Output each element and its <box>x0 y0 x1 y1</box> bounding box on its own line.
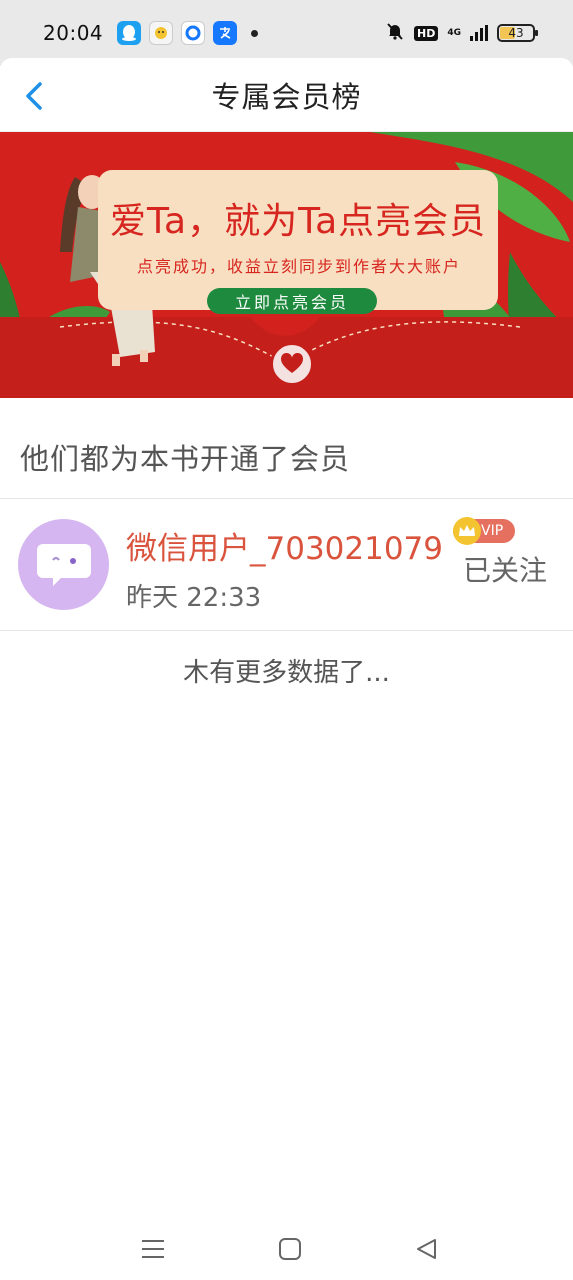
list-item[interactable]: 微信用户_703021079 昨天 22:33 VIP 已关注 <box>0 499 573 630</box>
page-title: 专属会员榜 <box>211 79 362 114</box>
vip-badge: VIP <box>453 517 515 545</box>
promo-banner[interactable]: 爱Ta，就为Ta点亮会员 点亮成功，收益立刻同步到作者大大账户 立即点亮会员 <box>0 132 573 398</box>
heart-seal-icon <box>270 342 314 386</box>
battery-icon: 43 <box>497 24 538 42</box>
hd-badge: HD <box>414 25 439 41</box>
divider <box>0 630 573 631</box>
mute-bell-icon <box>385 21 405 45</box>
menu-button[interactable] <box>136 1234 170 1264</box>
member-name[interactable]: 微信用户_703021079 <box>126 523 443 568</box>
back-nav-button[interactable] <box>410 1234 444 1264</box>
chat-bot-icon <box>149 21 174 45</box>
status-indicators: HD 4G 43 <box>385 21 538 45</box>
back-icon <box>417 1239 436 1259</box>
back-button[interactable] <box>16 76 52 116</box>
alipay-icon <box>213 21 238 45</box>
home-icon <box>279 1238 301 1260</box>
menu-icon <box>142 1240 164 1258</box>
crown-icon <box>453 517 481 545</box>
chat-bubble-icon <box>36 543 91 586</box>
status-time: 20:04 <box>43 21 104 45</box>
chevron-left-icon <box>26 82 42 110</box>
qq-icon <box>117 21 142 45</box>
system-nav-bar <box>0 1220 573 1280</box>
light-up-member-button[interactable]: 立即点亮会员 <box>207 288 377 314</box>
battery-level: 43 <box>508 26 524 40</box>
no-more-data-text: 木有更多数据了... <box>183 658 390 688</box>
avatar[interactable] <box>18 519 109 610</box>
home-button[interactable] <box>273 1234 307 1264</box>
banner-subtitle: 点亮成功，收益立刻同步到作者大大账户 <box>137 257 462 276</box>
app-header: 专属会员榜 <box>0 58 573 132</box>
vip-label: VIP <box>481 523 504 539</box>
browser-icon <box>181 21 206 45</box>
status-app-icons <box>117 21 259 45</box>
status-bar: 20:04 HD 4G 43 <box>0 0 573 66</box>
network-type: 4G <box>447 28 461 38</box>
signal-icon <box>470 25 488 41</box>
follow-button[interactable]: 已关注 <box>463 549 547 589</box>
member-time: 昨天 22:33 <box>126 583 262 613</box>
banner-headline: 爱Ta，就为Ta点亮会员 <box>110 201 487 242</box>
notification-dot <box>251 29 259 37</box>
section-title: 他们都为本书开通了会员 <box>20 442 351 476</box>
